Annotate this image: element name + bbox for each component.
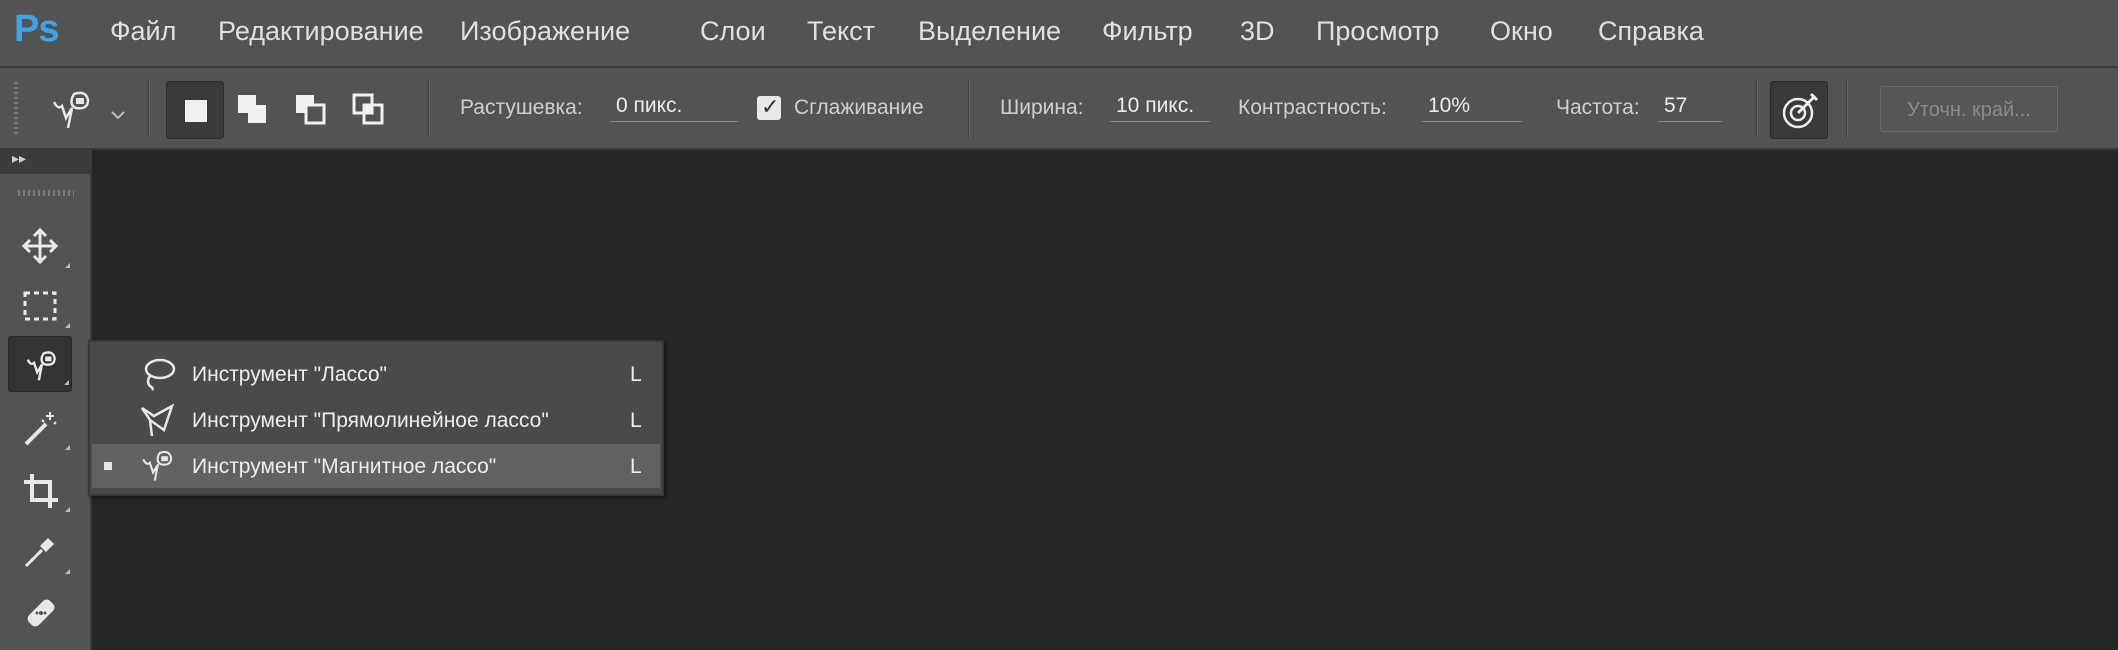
lasso-tools-flyout: Инструмент "Лассо" L Инструмент "Прямоли… — [88, 340, 664, 496]
separator — [1846, 80, 1848, 138]
flyout-item-label: Инструмент "Прямолинейное лассо" — [192, 409, 549, 432]
flyout-item-shortcut: L — [630, 409, 642, 432]
frequency-input[interactable]: 57 — [1658, 90, 1722, 122]
magic-wand-tool-icon — [24, 412, 57, 446]
magic-wand-tool-button[interactable] — [8, 400, 72, 456]
tool-group-indicator — [64, 380, 69, 385]
photoshop-logo: Ps — [14, 8, 59, 50]
tablet-pressure-icon — [1782, 92, 1819, 129]
magnetic-lasso-icon — [52, 91, 90, 129]
add-to-selection-icon[interactable] — [224, 81, 282, 139]
width-label: Ширина: — [1000, 96, 1084, 119]
menu-filter[interactable]: Фильтр — [1102, 16, 1193, 47]
separator — [968, 80, 970, 138]
flyout-item-label: Инструмент "Магнитное лассо" — [192, 455, 497, 478]
separator — [428, 80, 430, 138]
chevron-down-icon — [111, 111, 125, 120]
options-bar: Растушевка: 0 пикс. ✓ Сглаживание Ширина… — [0, 66, 2118, 150]
contrast-input[interactable]: 10% — [1422, 90, 1522, 122]
eyedropper-tool-icon — [24, 538, 54, 568]
menu-bar: Ps Файл Редактирование Изображение Слои … — [0, 0, 2118, 66]
options-bar-grip[interactable] — [14, 82, 18, 134]
menu-layers[interactable]: Слои — [700, 16, 766, 47]
menu-file[interactable]: Файл — [110, 16, 176, 47]
marquee-tool-button[interactable] — [8, 278, 72, 334]
collapse-panel-icon[interactable]: ▸▸ — [12, 150, 26, 167]
tool-preset-picker[interactable] — [44, 84, 134, 136]
tool-group-indicator — [65, 263, 70, 268]
menu-3d[interactable]: 3D — [1240, 16, 1275, 47]
current-tool-indicator — [104, 462, 112, 470]
flyout-item-shortcut: L — [630, 363, 642, 386]
new-selection-icon[interactable] — [166, 81, 224, 139]
menu-select[interactable]: Выделение — [918, 16, 1061, 47]
menu-type[interactable]: Текст — [807, 16, 875, 47]
refine-edge-button[interactable]: Уточн. край... — [1880, 86, 2058, 132]
tablet-pressure-button[interactable] — [1770, 81, 1828, 139]
tools-panel-grip[interactable] — [18, 190, 74, 196]
magnetic-lasso-icon — [142, 450, 173, 481]
flyout-item-label: Инструмент "Лассо" — [192, 363, 387, 386]
tool-group-indicator — [65, 507, 70, 512]
crop-tool-button[interactable] — [8, 462, 72, 518]
move-tool-icon — [22, 228, 58, 264]
flyout-item-lasso[interactable]: Инструмент "Лассо" L — [92, 352, 660, 396]
width-input[interactable]: 10 пикс. — [1110, 90, 1210, 122]
healing-brush-tool-button[interactable] — [8, 584, 72, 640]
crop-tool-icon — [24, 474, 58, 508]
antialias-label: Сглаживание — [794, 96, 924, 119]
contrast-label: Контрастность: — [1238, 96, 1387, 119]
marquee-tool-icon — [23, 291, 57, 321]
flyout-item-polygonal-lasso[interactable]: Инструмент "Прямолинейное лассо" L — [92, 398, 660, 442]
lasso-tool-button[interactable] — [8, 336, 72, 392]
magnetic-lasso-tool-icon — [26, 351, 56, 381]
lasso-icon — [144, 358, 176, 391]
menu-image[interactable]: Изображение — [460, 16, 630, 47]
antialias-checkbox[interactable]: ✓ — [757, 94, 781, 120]
flyout-item-shortcut: L — [630, 455, 642, 478]
subtract-from-selection-icon[interactable] — [282, 81, 340, 139]
tool-group-indicator — [65, 445, 70, 450]
feather-input[interactable]: 0 пикс. — [610, 90, 738, 122]
separator — [148, 80, 150, 138]
flyout-item-magnetic-lasso[interactable]: Инструмент "Магнитное лассо" L — [92, 444, 660, 488]
menu-view[interactable]: Просмотр — [1316, 16, 1439, 47]
feather-label: Растушевка: — [460, 96, 583, 119]
frequency-label: Частота: — [1556, 96, 1640, 119]
eyedropper-tool-button[interactable] — [8, 524, 72, 580]
menu-window[interactable]: Окно — [1490, 16, 1553, 47]
healing-brush-tool-icon — [27, 599, 55, 627]
move-tool-button[interactable] — [8, 218, 72, 274]
checkmark-icon: ✓ — [761, 94, 780, 119]
intersect-selection-icon[interactable] — [340, 81, 398, 139]
menu-edit[interactable]: Редактирование — [218, 16, 424, 47]
polygonal-lasso-icon — [140, 403, 175, 437]
tool-group-indicator — [65, 569, 70, 574]
tool-group-indicator — [65, 323, 70, 328]
separator — [1756, 80, 1758, 138]
menu-help[interactable]: Справка — [1598, 16, 1704, 47]
